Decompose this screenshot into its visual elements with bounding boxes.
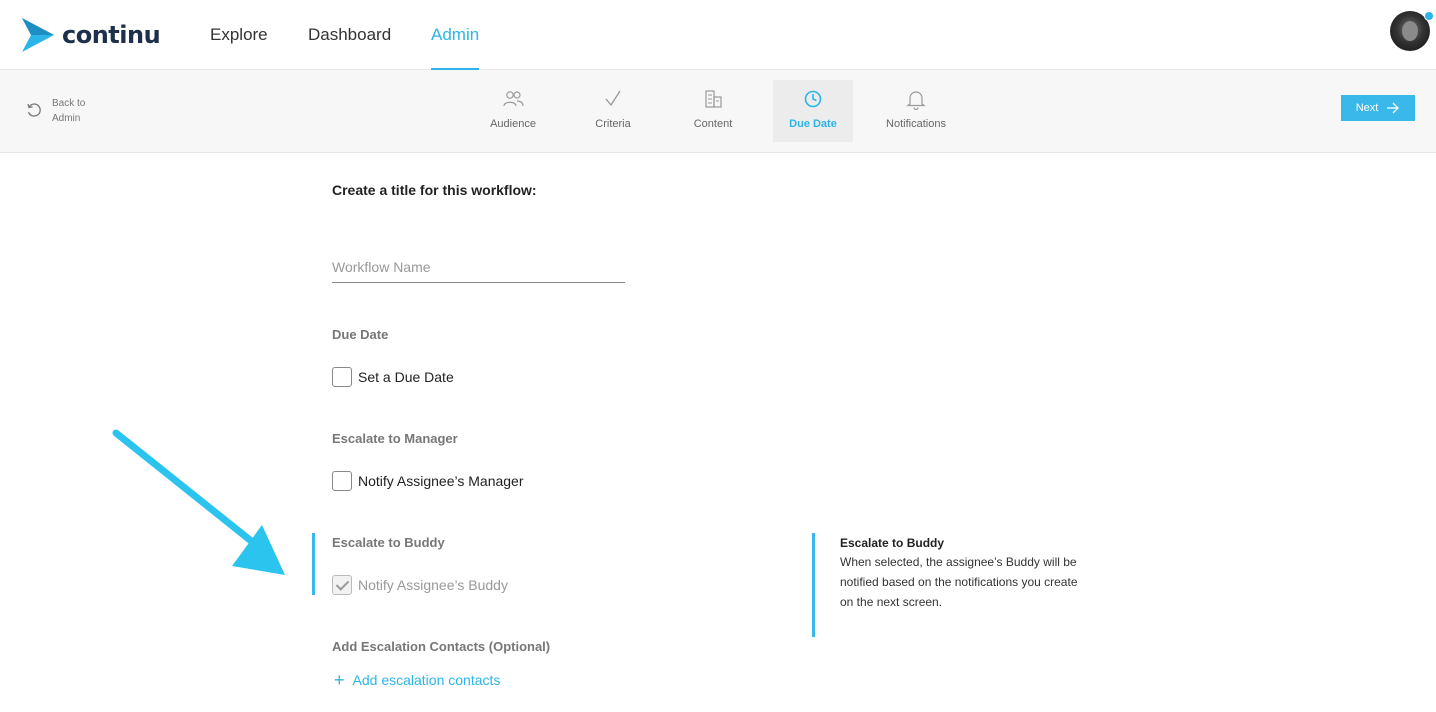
set-due-date-label: Set a Due Date	[358, 369, 454, 385]
escalation-contacts-section-label: Add Escalation Contacts (Optional)	[332, 639, 551, 654]
plus-icon: +	[334, 670, 345, 690]
step-due-date[interactable]: Due Date	[773, 80, 853, 142]
next-button[interactable]: Next	[1341, 95, 1415, 121]
escalate-manager-section-label: Escalate to Manager	[332, 431, 458, 446]
continu-logo-icon	[22, 18, 54, 52]
arrow-right-icon	[1387, 102, 1400, 114]
help-title: Escalate to Buddy	[840, 536, 945, 550]
step-label: Criteria	[595, 118, 631, 130]
people-icon	[503, 91, 524, 107]
step-audience[interactable]: Audience	[473, 80, 553, 142]
checkmark-icon	[605, 90, 621, 107]
notify-manager-checkbox[interactable]	[332, 471, 352, 491]
notify-buddy-option[interactable]: Notify Assignee’s Buddy	[332, 575, 508, 595]
notification-dot	[1424, 11, 1434, 21]
add-escalation-contacts-link[interactable]: + Add escalation contacts	[334, 670, 501, 690]
help-body: When selected, the assignee’s Buddy will…	[840, 555, 1078, 609]
notify-buddy-checkbox[interactable]	[332, 575, 352, 595]
annotation-arrow-icon	[112, 429, 285, 575]
clock-icon	[804, 90, 822, 108]
notify-buddy-label: Notify Assignee’s Buddy	[358, 577, 508, 593]
escalate-buddy-section-label: Escalate to Buddy	[332, 535, 445, 550]
step-notifications[interactable]: Notifications	[876, 80, 956, 142]
nav-dashboard[interactable]: Dashboard	[308, 25, 391, 45]
building-icon	[705, 90, 722, 108]
help-panel: Escalate to Buddy When selected, the ass…	[812, 533, 1092, 637]
step-label: Notifications	[886, 118, 946, 130]
back-to-admin-link[interactable]: Back to Admin	[26, 96, 102, 126]
buddy-focus-indicator	[312, 533, 315, 595]
next-label: Next	[1355, 102, 1379, 114]
nav-explore[interactable]: Explore	[210, 25, 268, 45]
step-label: Audience	[490, 118, 536, 130]
nav-admin[interactable]: Admin	[431, 25, 479, 45]
workflow-title-label: Create a title for this workflow:	[332, 182, 537, 198]
set-due-date-checkbox[interactable]	[332, 367, 352, 387]
back-label: Back to Admin	[52, 98, 86, 124]
notify-manager-option[interactable]: Notify Assignee’s Manager	[332, 471, 524, 491]
bell-icon	[906, 91, 926, 110]
step-label: Due Date	[789, 118, 837, 130]
top-navigation: continu Explore Dashboard Admin	[0, 0, 1436, 70]
undo-icon	[27, 103, 41, 117]
due-date-section-label: Due Date	[332, 327, 389, 342]
step-criteria[interactable]: Criteria	[573, 80, 653, 142]
add-escalation-contacts-label: Add escalation contacts	[352, 672, 501, 688]
workflow-steps-bar: Back to Admin Audience Criteria Content	[0, 70, 1436, 153]
set-due-date-option[interactable]: Set a Due Date	[332, 367, 454, 387]
notify-manager-label: Notify Assignee’s Manager	[358, 473, 524, 489]
continu-logo[interactable]: continu	[22, 18, 161, 52]
brand-name: continu	[62, 21, 161, 49]
step-content[interactable]: Content	[673, 80, 753, 142]
workflow-name-input[interactable]	[332, 252, 625, 283]
step-label: Content	[693, 118, 733, 130]
